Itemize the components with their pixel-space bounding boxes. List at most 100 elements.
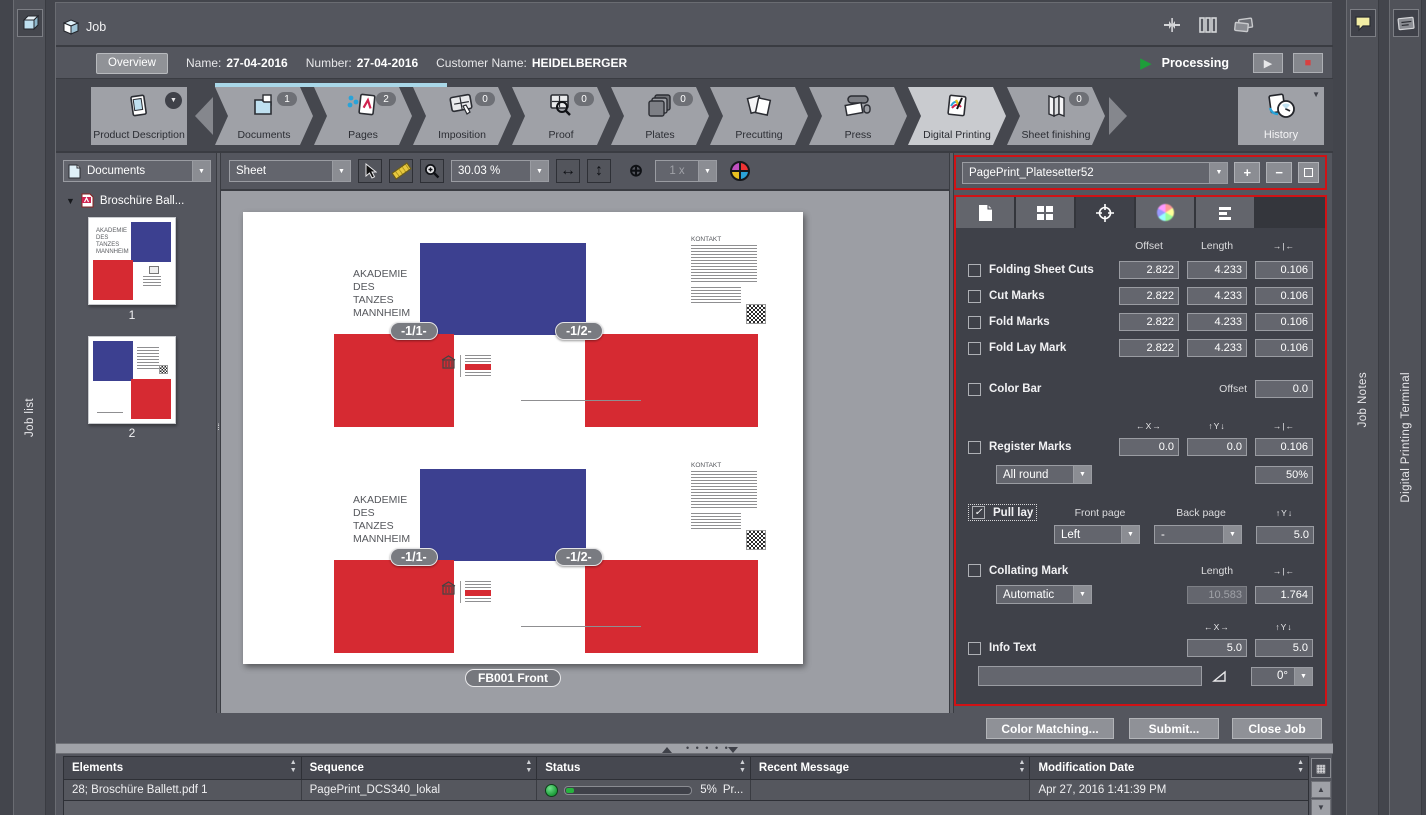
column-header-recent-message[interactable]: Recent Message▲▼ <box>751 757 1031 779</box>
step-documents[interactable]: 1 Documents <box>215 87 313 145</box>
history-button[interactable]: ▼ History <box>1238 87 1324 145</box>
sort-icon[interactable]: ▲▼ <box>290 759 297 775</box>
select-tool-button[interactable] <box>358 159 382 183</box>
color-bar-offset-field[interactable]: 0.0 <box>1255 380 1313 398</box>
tab-marks[interactable] <box>1076 197 1136 228</box>
pull-lay-back-dropdown[interactable]: - ▼ <box>1154 525 1242 544</box>
view-mode-dropdown[interactable]: Sheet ▼ <box>229 160 351 182</box>
zoom-area-button[interactable]: ⊕ <box>624 159 648 183</box>
sheet-preview-area[interactable]: AKADEMIEDES TANZESMANNHEIM KONTAKT <box>221 189 949 713</box>
fold-lay-mark-length-field[interactable]: 4.233 <box>1187 339 1247 357</box>
sort-icon[interactable]: ▲▼ <box>525 759 532 775</box>
fold-lay-mark-offset-field[interactable]: 2.822 <box>1119 339 1179 357</box>
page-thumbnail-1[interactable]: AKADEMIEDES TANZESMANNHEIM <box>88 217 176 305</box>
panels-icon[interactable] <box>1196 13 1220 37</box>
zoom-tool-button[interactable] <box>420 159 444 183</box>
cut-marks-length-field[interactable]: 4.233 <box>1187 287 1247 305</box>
steps-scroll-left-button[interactable] <box>195 97 213 135</box>
register-marks-checkbox[interactable] <box>968 441 981 454</box>
measure-tool-button[interactable] <box>389 159 413 183</box>
dropdown-arrow-icon[interactable]: ▼ <box>1073 466 1091 483</box>
step-precutting[interactable]: Precutting <box>710 87 808 145</box>
sort-icon[interactable]: ▲▼ <box>1297 759 1304 775</box>
register-marks-width-field[interactable]: 0.106 <box>1255 438 1313 456</box>
step-plates[interactable]: 0 Plates <box>611 87 709 145</box>
step-proof[interactable]: 0 Proof <box>512 87 610 145</box>
step-sheet-finishing[interactable]: 0 Sheet finishing <box>1007 87 1105 145</box>
folding-sheet-cuts-offset-field[interactable]: 2.822 <box>1119 261 1179 279</box>
collating-mark-length-field[interactable]: 10.583 <box>1187 586 1247 604</box>
table-splitter[interactable]: • • • • • <box>56 743 1333 754</box>
fold-lay-mark-width-field[interactable]: 0.106 <box>1255 339 1313 357</box>
add-sequence-button[interactable]: + <box>1234 162 1260 183</box>
fold-marks-checkbox[interactable] <box>968 316 981 329</box>
info-text-y-field[interactable]: 5.0 <box>1255 639 1313 657</box>
info-text-x-field[interactable]: 5.0 <box>1187 639 1247 657</box>
step-pages[interactable]: 2 Pages <box>314 87 412 145</box>
dropdown-arrow-icon[interactable]: ▼ <box>332 161 350 181</box>
color-bar-checkbox[interactable] <box>968 383 981 396</box>
cascade-windows-icon[interactable] <box>1232 13 1256 37</box>
submit-button[interactable]: Submit... <box>1129 718 1219 739</box>
zoom-level-dropdown[interactable]: 30.03 % ▼ <box>451 160 549 182</box>
product-description-menu-button[interactable]: ▼ <box>165 92 182 109</box>
dropdown-arrow-icon[interactable]: ▼ <box>1294 668 1312 685</box>
digital-printing-terminal-strip[interactable]: Digital Printing Terminal <box>1389 0 1422 815</box>
dropdown-arrow-icon[interactable]: ▼ <box>530 161 548 181</box>
pull-lay-checkbox[interactable]: ✓ <box>972 506 985 519</box>
history-menu-caret[interactable]: ▼ <box>1312 90 1320 99</box>
sort-icon[interactable]: ▲▼ <box>1019 759 1026 775</box>
split-view-icon[interactable] <box>1160 13 1184 37</box>
step-product-description[interactable]: ▼ Product Description <box>91 87 187 145</box>
output-device-dropdown[interactable]: PagePrint_Platesetter52 ▼ <box>962 162 1228 184</box>
dropdown-arrow-icon[interactable]: ▼ <box>1121 526 1139 543</box>
stop-button[interactable]: ■ <box>1293 53 1323 73</box>
fit-height-button[interactable]: ↕ <box>587 159 611 183</box>
tab-general[interactable] <box>956 197 1016 228</box>
page-thumbnail-2[interactable] <box>88 336 176 424</box>
cut-marks-width-field[interactable]: 0.106 <box>1255 287 1313 305</box>
collating-mark-checkbox[interactable] <box>968 564 981 577</box>
table-settings-button[interactable]: ▦ <box>1311 758 1331 778</box>
close-job-button[interactable]: Close Job <box>1232 718 1322 739</box>
fold-marks-offset-field[interactable]: 2.822 <box>1119 313 1179 331</box>
collating-mark-width-field[interactable]: 1.764 <box>1255 586 1313 604</box>
register-marks-y-field[interactable]: 0.0 <box>1187 438 1247 456</box>
register-marks-style-dropdown[interactable]: All round ▼ <box>996 465 1092 484</box>
folding-sheet-cuts-length-field[interactable]: 4.233 <box>1187 261 1247 279</box>
register-marks-x-field[interactable]: 0.0 <box>1119 438 1179 456</box>
overview-button[interactable]: Overview <box>96 53 168 74</box>
register-marks-tone-field[interactable]: 50% <box>1255 466 1313 484</box>
tab-layout[interactable] <box>1016 197 1076 228</box>
info-text-angle-dropdown[interactable]: 0° ▼ <box>1251 667 1313 686</box>
pull-lay-y-field[interactable]: 5.0 <box>1256 526 1314 544</box>
repeat-count-dropdown[interactable]: 1 x ▼ <box>655 160 717 182</box>
column-header-sequence[interactable]: Sequence▲▼ <box>302 757 538 779</box>
column-header-elements[interactable]: Elements▲▼ <box>64 757 302 779</box>
dropdown-arrow-icon[interactable]: ▼ <box>1209 163 1227 183</box>
info-text-input[interactable] <box>978 666 1202 686</box>
dropdown-arrow-icon[interactable]: ▼ <box>698 161 716 181</box>
job-list-strip[interactable]: Job list <box>13 0 46 815</box>
table-scroll-up-button[interactable]: ▲ <box>1311 781 1331 798</box>
table-row[interactable]: 28; Broschüre Ballett.pdf 1 PagePrint_DC… <box>64 779 1308 800</box>
sort-icon[interactable]: ▲▼ <box>739 759 746 775</box>
tab-queue[interactable] <box>1196 197 1256 228</box>
start-button[interactable]: ▶ <box>1253 53 1283 73</box>
table-scroll-down-button[interactable]: ▼ <box>1311 799 1331 815</box>
fold-marks-width-field[interactable]: 0.106 <box>1255 313 1313 331</box>
job-notes-strip[interactable]: Job Notes <box>1346 0 1379 815</box>
dropdown-arrow-icon[interactable]: ▼ <box>1073 586 1091 603</box>
cut-marks-checkbox[interactable] <box>968 290 981 303</box>
maximize-panel-button[interactable] <box>1298 162 1319 183</box>
panel-view-selector[interactable]: Documents ▼ <box>63 160 211 182</box>
step-digital-printing[interactable]: Digital Printing <box>908 87 1006 145</box>
column-header-status[interactable]: Status▲▼ <box>537 757 751 779</box>
terminal-button[interactable] <box>1393 9 1419 37</box>
cut-marks-offset-field[interactable]: 2.822 <box>1119 287 1179 305</box>
column-header-modification-date[interactable]: Modification Date▲▼ <box>1030 757 1308 779</box>
dropdown-arrow-icon[interactable]: ▼ <box>192 161 210 181</box>
folding-sheet-cuts-checkbox[interactable] <box>968 264 981 277</box>
steps-scroll-right-button[interactable] <box>1109 97 1127 135</box>
remove-sequence-button[interactable]: − <box>1266 162 1292 183</box>
